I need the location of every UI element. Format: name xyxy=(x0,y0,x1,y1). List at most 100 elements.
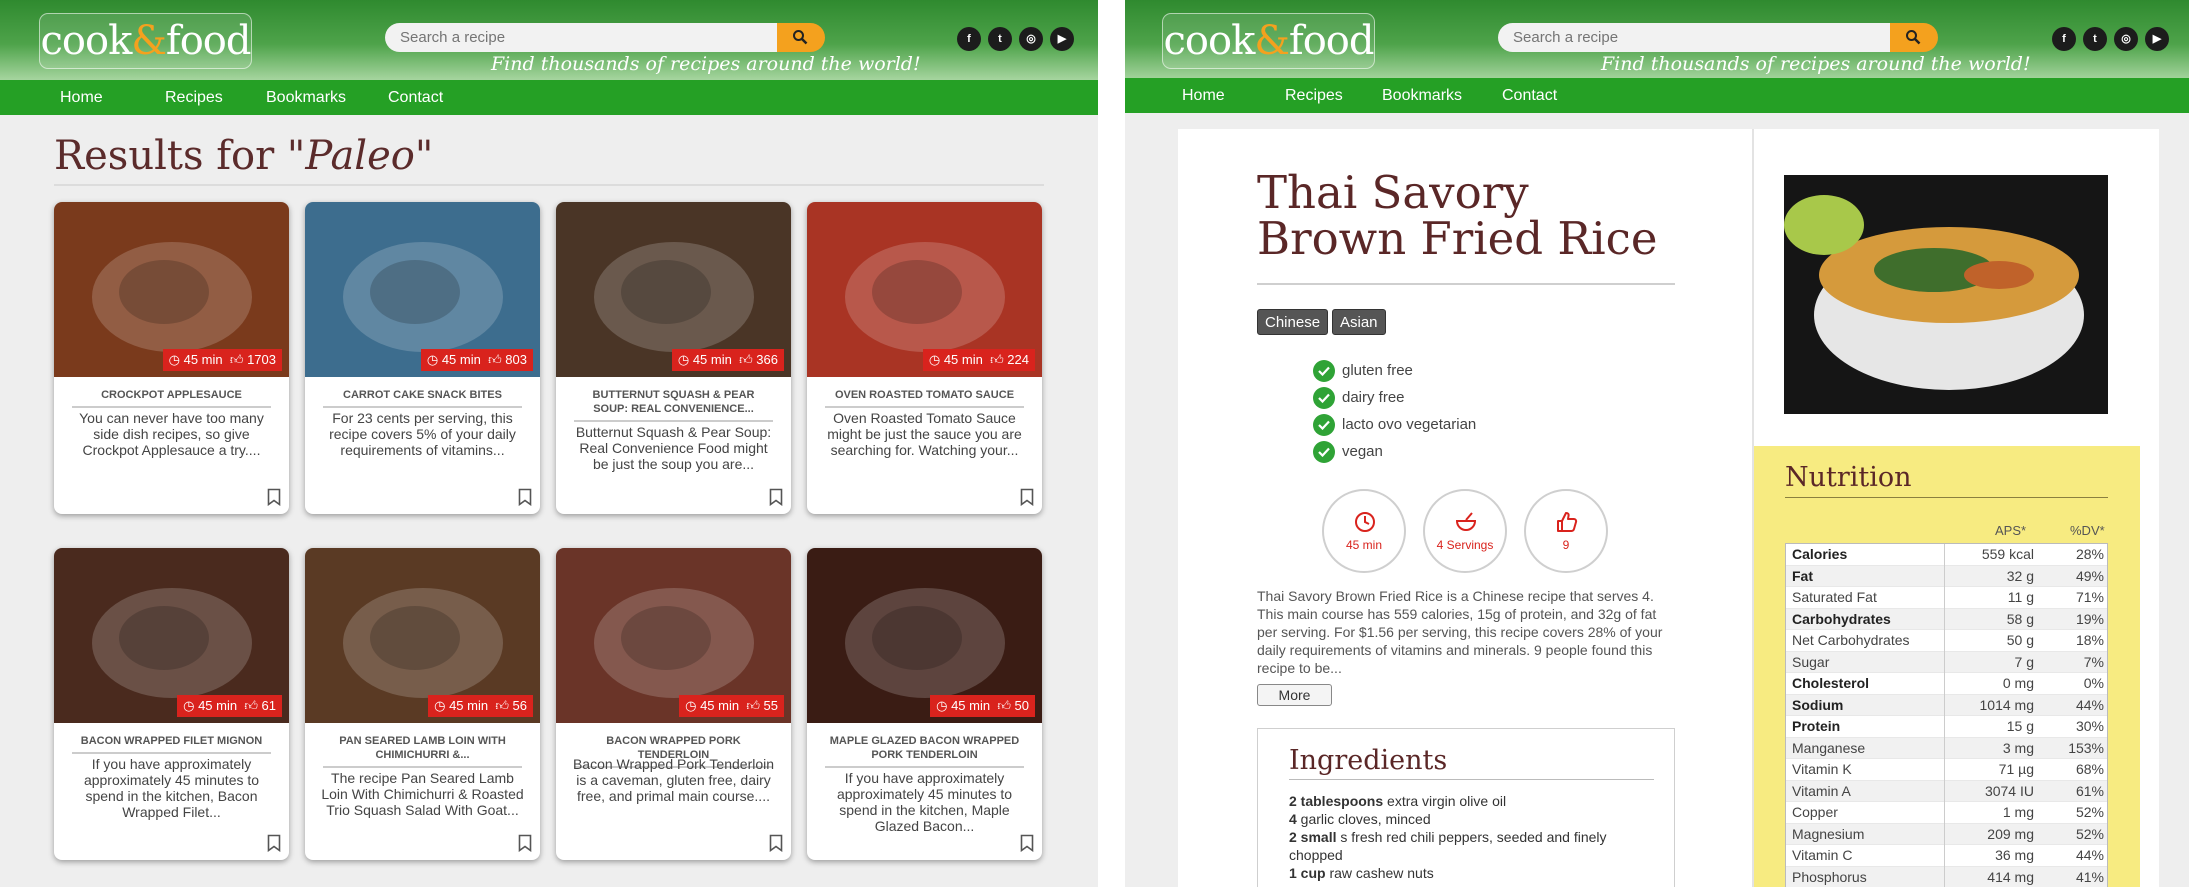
servings-badge: 4 Servings xyxy=(1423,489,1507,573)
recipe-card-title[interactable]: MAPLE GLAZED BACON WRAPPED PORK TENDERLO… xyxy=(825,734,1024,768)
recipe-card-desc: Oven Roasted Tomato Sauce might be just … xyxy=(827,410,1022,458)
recipe-card-title[interactable]: PAN SEARED LAMB LOIN WITH CHIMICHURRI &.… xyxy=(323,734,522,768)
cuisine-tag[interactable]: Asian xyxy=(1332,309,1386,335)
recipe-card-title[interactable]: BUTTERNUT SQUASH & PEAR SOUP: REAL CONVE… xyxy=(574,388,773,422)
instagram-icon[interactable]: ◎ xyxy=(1019,27,1043,51)
recipe-card-title[interactable]: BACON WRAPPED FILET MIGNON xyxy=(72,734,271,754)
bookmark-icon[interactable] xyxy=(518,488,532,506)
search-bar xyxy=(385,23,825,52)
clock-icon: ◷ xyxy=(685,698,701,713)
clock-icon: ◷ xyxy=(936,698,952,713)
nutrition-divider xyxy=(1785,497,2108,498)
nutrition-col-aps: APS* xyxy=(1995,523,2027,538)
thumbs-up-icon: 👍︎ xyxy=(746,698,764,713)
bowl-icon xyxy=(1455,512,1477,531)
time-badge: 45 min xyxy=(1322,489,1406,573)
recipe-card[interactable]: ◷ 45 min 👍︎ 61 BACON WRAPPED FILET MIGNON… xyxy=(54,548,289,860)
recipe-meta: ◷ 45 min 👍︎ 56 xyxy=(428,695,533,717)
twitter-icon[interactable]: t xyxy=(988,27,1012,51)
nutrition-row: Magnesium 209 mg 52% xyxy=(1786,823,2107,845)
nav-recipes[interactable]: Recipes xyxy=(1285,87,1343,105)
bookmark-icon[interactable] xyxy=(1020,488,1034,506)
instagram-icon[interactable]: ◎ xyxy=(2114,27,2138,51)
bookmark-icon[interactable] xyxy=(267,834,281,852)
title-divider xyxy=(1257,283,1675,285)
clock-icon xyxy=(1355,512,1375,532)
thumbs-up-icon: 👍︎ xyxy=(739,352,757,367)
nutrition-row: Vitamin C 36 mg 44% xyxy=(1786,845,2107,867)
site-header: cook&food Find thousands of recipes arou… xyxy=(1125,0,2189,80)
recipe-card[interactable]: ◷ 45 min 👍︎ 224 OVEN ROASTED TOMATO SAUCE… xyxy=(807,202,1042,514)
nav-bookmarks[interactable]: Bookmarks xyxy=(1382,87,1462,105)
search-input[interactable] xyxy=(385,23,777,52)
bookmark-icon[interactable] xyxy=(518,834,532,852)
recipe-card-desc: For 23 cents per serving, this recipe co… xyxy=(329,410,516,458)
facebook-icon[interactable]: f xyxy=(2052,27,2076,51)
bookmark-icon[interactable] xyxy=(769,488,783,506)
recipe-card[interactable]: ◷ 45 min 👍︎ 366 BUTTERNUT SQUASH & PEAR S… xyxy=(556,202,791,514)
ingredients-divider xyxy=(1289,779,1654,780)
cuisine-tag[interactable]: Chinese xyxy=(1257,309,1329,335)
recipe-page: cook&food Find thousands of recipes arou… xyxy=(1125,0,2189,887)
youtube-icon[interactable]: ▶ xyxy=(1050,27,1074,51)
bookmark-icon[interactable] xyxy=(769,834,783,852)
ingredient-item: 4 garlic cloves, minced xyxy=(1289,811,1431,827)
bookmark-icon[interactable] xyxy=(1020,834,1034,852)
recipe-meta: ◷ 45 min 👍︎ 224 xyxy=(922,349,1035,371)
recipe-card[interactable]: ◷ 45 min 👍︎ 803 CARROT CAKE SNACK BITES Fo… xyxy=(305,202,540,514)
tagline: Find thousands of recipes around the wor… xyxy=(1601,53,2031,75)
nutrition-panel: Nutrition APS* %DV* Calories 559 kcal 28% F… xyxy=(1754,446,2140,887)
nutrition-row: Copper 1 mg 52% xyxy=(1786,802,2107,824)
thumbs-up-icon: 👍︎ xyxy=(495,698,513,713)
nav-home[interactable]: Home xyxy=(1182,87,1225,105)
nutrition-row: Cholesterol 0 mg 0% xyxy=(1786,673,2107,695)
twitter-icon[interactable]: t xyxy=(2083,27,2107,51)
clock-icon: ◷ xyxy=(434,698,450,713)
nutrition-row: Vitamin K 71 µg 68% xyxy=(1786,759,2107,781)
nav-recipes[interactable]: Recipes xyxy=(165,89,223,107)
ingredient-item: 2 tablespoons extra virgin olive oil xyxy=(1289,793,1507,809)
thumbs-up-icon: 👍︎ xyxy=(997,698,1015,713)
recipe-card-title[interactable]: CARROT CAKE SNACK BITES xyxy=(323,388,522,408)
recipe-card[interactable]: ◷ 45 min 👍︎ 50 MAPLE GLAZED BACON WRAPPED… xyxy=(807,548,1042,860)
recipe-card-title[interactable]: CROCKPOT APPLESAUCE xyxy=(72,388,271,408)
clock-icon: ◷ xyxy=(677,352,693,367)
nutrition-row: Sodium 1014 mg 44% xyxy=(1786,694,2107,716)
recipe-meta: ◷ 45 min 👍︎ 1703 xyxy=(162,349,282,371)
nav-home[interactable]: Home xyxy=(60,89,103,107)
recipe-card[interactable]: ◷ 45 min 👍︎ 56 PAN SEARED LAMB LOIN WITH … xyxy=(305,548,540,860)
recipe-card-desc: Bacon Wrapped Pork Tenderloin is a cavem… xyxy=(572,756,775,804)
search-input[interactable] xyxy=(1498,23,1890,52)
ingredient-item: 1 cup raw cashew nuts xyxy=(1289,865,1434,881)
nutrition-row: Calories 559 kcal 28% xyxy=(1786,544,2107,566)
youtube-icon[interactable]: ▶ xyxy=(2145,27,2169,51)
nav-bookmarks[interactable]: Bookmarks xyxy=(266,89,346,107)
recipe-summary: Thai Savory Brown Fried Rice is a Chines… xyxy=(1257,588,1663,676)
likes-badge[interactable]: 9 xyxy=(1524,489,1608,573)
nutrition-row: Fat 32 g 49% xyxy=(1786,565,2107,587)
site-logo[interactable]: cook&food xyxy=(1162,13,1375,69)
results-page: cook&food Find thousands of recipes arou… xyxy=(0,0,1098,887)
recipe-card[interactable]: ◷ 45 min 👍︎ 55 BACON WRAPPED PORK TENDERL… xyxy=(556,548,791,860)
recipe-card[interactable]: ◷ 45 min 👍︎ 1703 CROCKPOT APPLESAUCE You c… xyxy=(54,202,289,514)
nav-contact[interactable]: Contact xyxy=(1502,87,1557,105)
recipe-meta: ◷ 45 min 👍︎ 61 xyxy=(177,695,282,717)
search-button[interactable] xyxy=(777,23,825,52)
site-header: cook&food Find thousands of recipes arou… xyxy=(0,0,1098,80)
nutrition-row: Saturated Fat 11 g 71% xyxy=(1786,587,2107,609)
more-button[interactable]: More xyxy=(1257,684,1332,706)
nutrition-row: Manganese 3 mg 153% xyxy=(1786,737,2107,759)
nutrition-row: Sugar 7 g 7% xyxy=(1786,651,2107,673)
thumbs-up-icon: 👍︎ xyxy=(229,352,248,367)
facebook-icon[interactable]: f xyxy=(957,27,981,51)
social-links: f t ◎ ▶ xyxy=(957,27,1074,51)
site-logo[interactable]: cook&food xyxy=(39,13,252,69)
thumbs-up-icon: 👍︎ xyxy=(488,352,506,367)
recipe-card-title[interactable]: OVEN ROASTED TOMATO SAUCE xyxy=(825,388,1024,408)
bookmark-icon[interactable] xyxy=(267,488,281,506)
nav-contact[interactable]: Contact xyxy=(388,89,443,107)
ingredients-heading: Ingredients xyxy=(1289,745,1448,776)
search-button[interactable] xyxy=(1890,23,1938,52)
clock-icon: ◷ xyxy=(183,698,199,713)
thumbs-up-icon: 👍︎ xyxy=(990,352,1008,367)
